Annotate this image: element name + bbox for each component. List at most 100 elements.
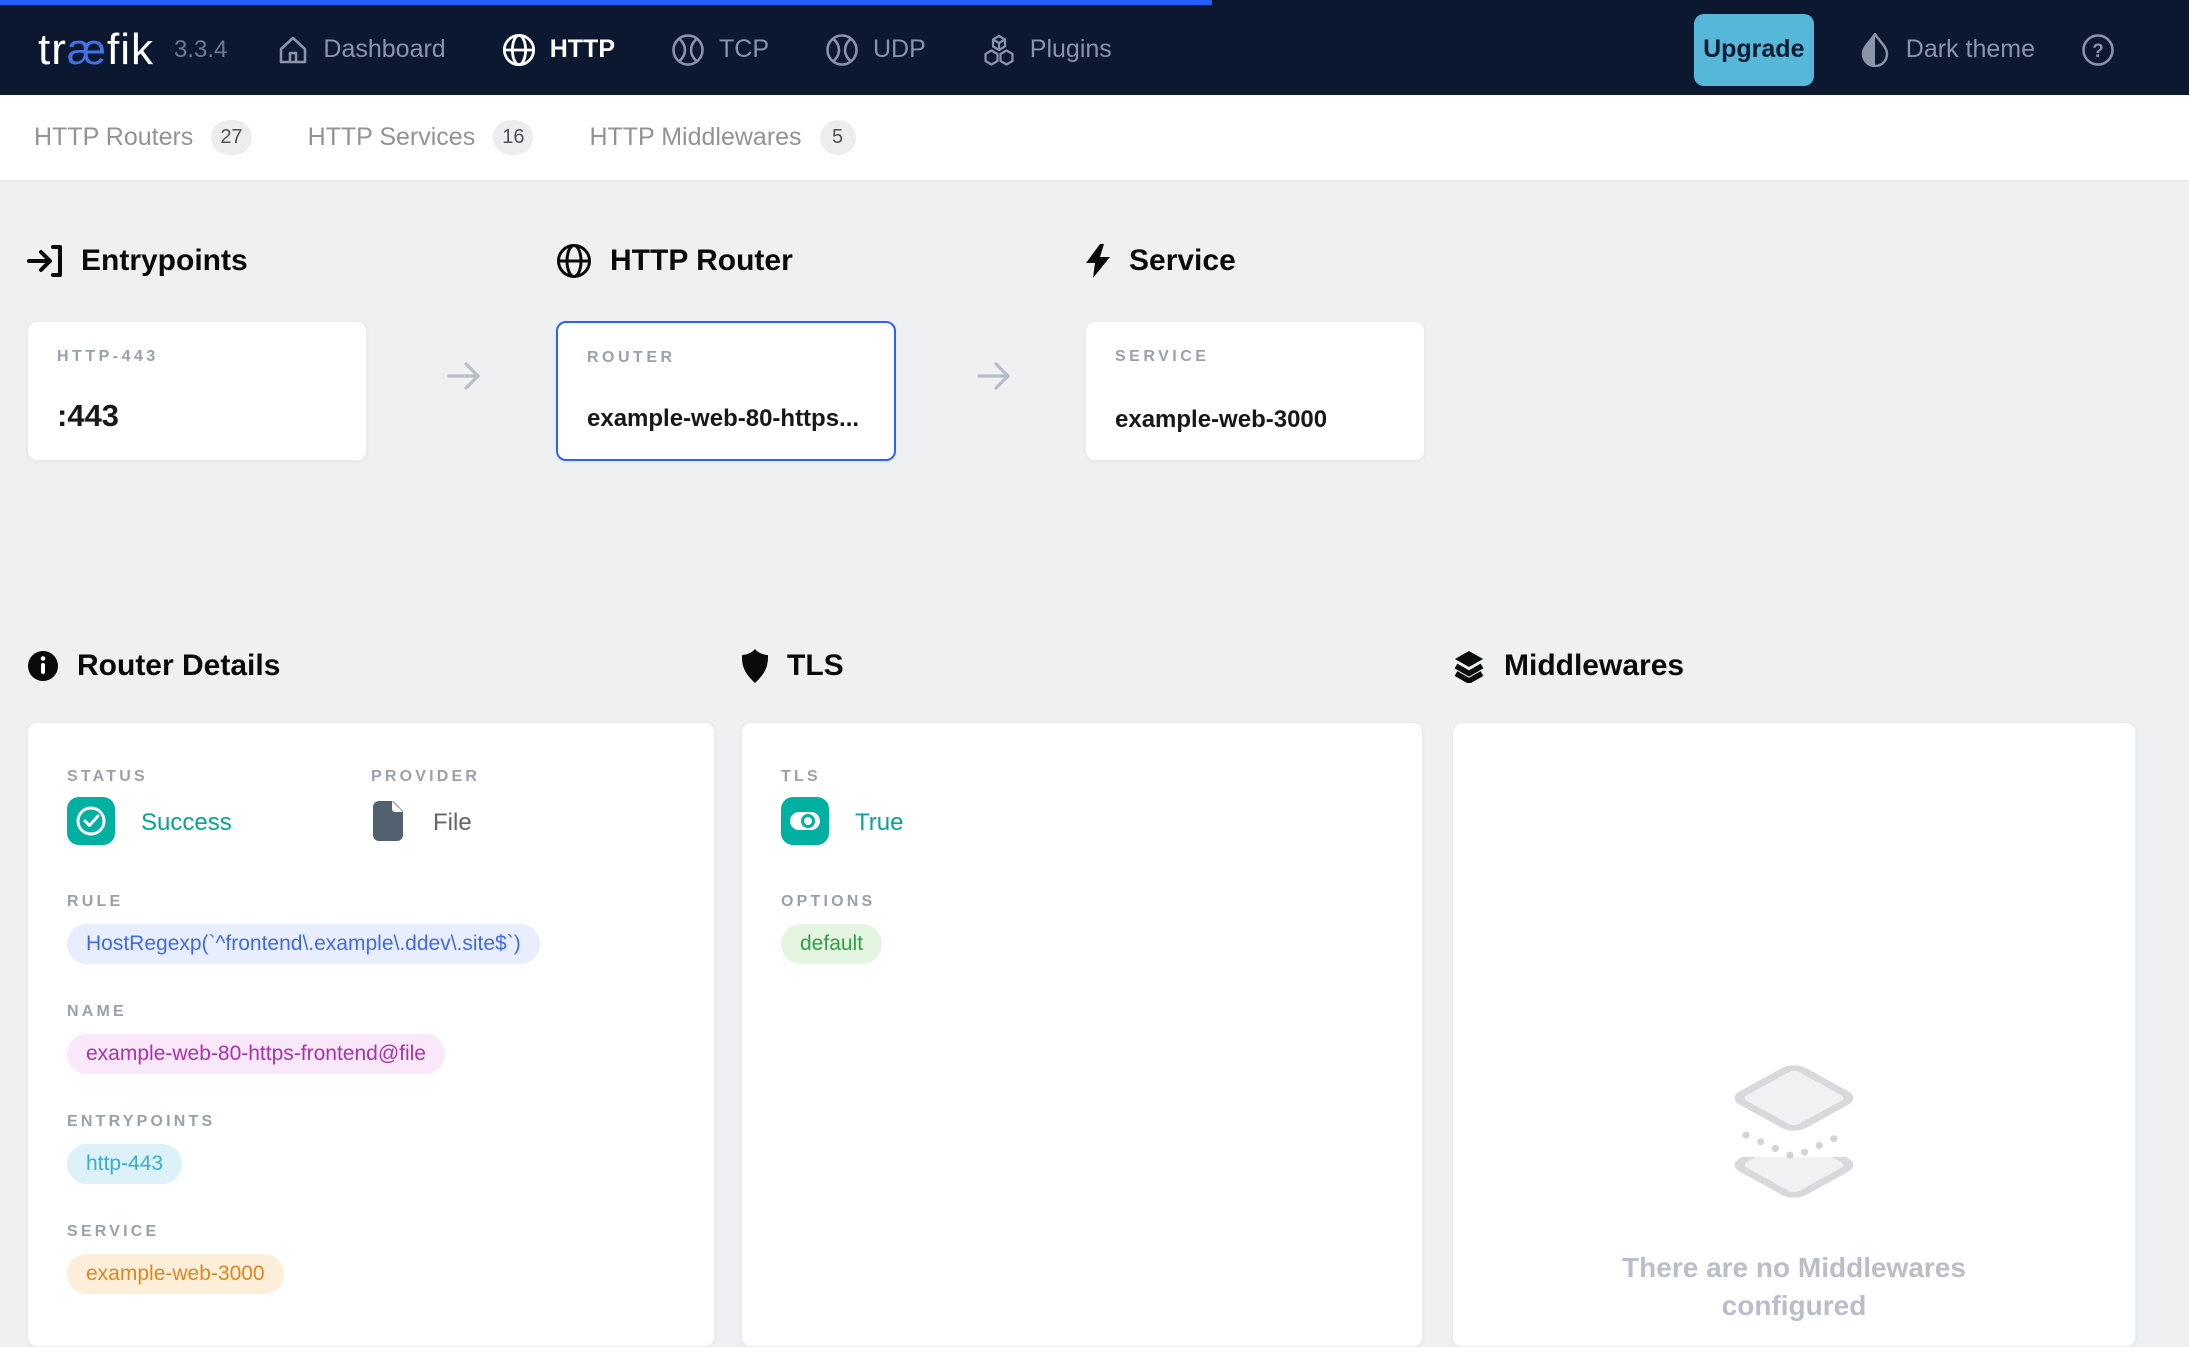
logo-text: tr [38, 25, 67, 74]
tcp-icon [671, 33, 705, 67]
tab-http-services-count: 16 [493, 120, 533, 155]
router-card-value: example-web-80-https... [587, 405, 865, 433]
options-label: OPTIONS [781, 893, 1383, 911]
topbar-right: Upgrade Dark theme ? [1694, 14, 2115, 86]
status-field: STATUS Success [67, 768, 371, 847]
entrypoints-value-pill: http-443 [67, 1144, 182, 1184]
flow-arrow-icon-2 [974, 356, 1014, 401]
entrypoint-card-value: :443 [57, 398, 337, 434]
bolt-icon [1085, 244, 1111, 278]
middlewares-card: There are no Middlewares configured [1452, 722, 2136, 1347]
router-details-title: Router Details [77, 649, 280, 683]
nav-udp[interactable]: UDP [825, 33, 926, 67]
tab-http-middlewares-count: 5 [820, 120, 856, 155]
tls-value: True [855, 809, 903, 837]
service-field-label: SERVICE [67, 1223, 675, 1241]
logo-ae: æ [67, 25, 107, 74]
tab-http-services[interactable]: HTTP Services 16 [308, 120, 534, 155]
router-details-panel: Router Details STATUS Success PROVIDER [27, 648, 715, 1347]
plugins-icon [982, 33, 1016, 67]
provider-label: PROVIDER [371, 768, 675, 786]
router-card-label: ROUTER [587, 349, 865, 367]
empty-layers-illustration [1724, 1195, 1864, 1212]
help-button[interactable]: ? [2081, 33, 2115, 67]
tls-card: TLS True OPTIONS default [741, 722, 1423, 1347]
tab-http-services-label: HTTP Services [308, 123, 476, 152]
provider-field: PROVIDER File [371, 768, 675, 847]
tls-panel: TLS TLS True OPTIONS default [741, 648, 1423, 1347]
question-icon: ? [2081, 33, 2115, 67]
service-card[interactable]: SERVICE example-web-3000 [1085, 321, 1425, 461]
entrypoints-field: ENTRYPOINTS http-443 [67, 1113, 675, 1184]
name-field: NAME example-web-80-https-frontend@file [67, 1003, 675, 1074]
nav-tcp-label: TCP [719, 35, 769, 64]
dark-theme-label: Dark theme [1906, 35, 2035, 64]
info-icon [27, 650, 59, 682]
status-success-icon [67, 797, 115, 850]
nav-dashboard-label: Dashboard [323, 35, 445, 64]
tls-title: TLS [787, 649, 844, 683]
middlewares-empty-state: There are no Middlewares configured [1453, 1053, 2135, 1325]
nav-udp-label: UDP [873, 35, 926, 64]
router-details-card: STATUS Success PROVIDER File [27, 722, 715, 1347]
home-icon [277, 34, 309, 66]
http-router-section: HTTP Router ROUTER example-web-80-https.… [556, 243, 896, 461]
middlewares-empty-text: There are no Middlewares configured [1609, 1249, 1979, 1325]
nav-dashboard[interactable]: Dashboard [277, 34, 445, 66]
tab-http-middlewares-label: HTTP Middlewares [589, 123, 801, 152]
http-router-header: HTTP Router [556, 243, 896, 279]
tab-http-routers[interactable]: HTTP Routers 27 [34, 120, 252, 155]
service-section: Service SERVICE example-web-3000 [1085, 243, 1425, 461]
rule-field: RULE HostRegexp(`^frontend\.example\.dde… [67, 893, 675, 964]
flow-arrow-icon [444, 356, 484, 401]
globe-icon [502, 33, 536, 67]
service-value-pill: example-web-3000 [67, 1254, 284, 1294]
nav-http-label: HTTP [550, 35, 615, 64]
provider-value: File [433, 809, 472, 837]
options-value-pill: default [781, 924, 882, 964]
shield-icon [741, 649, 769, 683]
middlewares-header: Middlewares [1452, 648, 2136, 684]
router-card[interactable]: ROUTER example-web-80-https... [556, 321, 896, 461]
service-card-label: SERVICE [1115, 348, 1395, 366]
http-subnav: HTTP Routers 27 HTTP Services 16 HTTP Mi… [0, 95, 2189, 181]
entrypoints-section: Entrypoints HTTP-443 :443 [27, 243, 367, 461]
contrast-droplet-icon [1860, 33, 1890, 67]
entrypoints-header: Entrypoints [27, 243, 367, 279]
loading-progress-bar [0, 0, 1212, 5]
status-label: STATUS [67, 768, 371, 786]
nav-http[interactable]: HTTP [502, 33, 615, 67]
layers-icon [1452, 649, 1486, 683]
login-icon [27, 244, 63, 278]
middlewares-panel: Middlewares There are no Middle [1452, 648, 2136, 1347]
dark-theme-toggle[interactable]: Dark theme [1860, 33, 2035, 67]
options-field: OPTIONS default [781, 893, 1383, 964]
tls-field: TLS True [781, 768, 1082, 847]
tab-http-routers-count: 27 [211, 120, 251, 155]
top-navbar: træfik 3.3.4 Dashboard HTTP TCP UDP [0, 0, 2189, 95]
entrypoint-card-label: HTTP-443 [57, 348, 337, 366]
file-icon [371, 800, 407, 847]
entrypoints-title: Entrypoints [81, 244, 248, 278]
http-router-title: HTTP Router [610, 244, 793, 278]
tls-enabled-icon [781, 797, 829, 850]
udp-icon [825, 33, 859, 67]
middlewares-title: Middlewares [1504, 649, 1684, 683]
service-card-value: example-web-3000 [1115, 406, 1395, 434]
nav-plugins[interactable]: Plugins [982, 33, 1112, 67]
nav-tcp[interactable]: TCP [671, 33, 769, 67]
main-nav: Dashboard HTTP TCP UDP Plugins [277, 33, 1111, 67]
logo-text-2: fik [107, 25, 154, 74]
service-header: Service [1085, 243, 1425, 279]
upgrade-button[interactable]: Upgrade [1694, 14, 1814, 86]
tab-http-middlewares[interactable]: HTTP Middlewares 5 [589, 120, 855, 155]
service-title: Service [1129, 244, 1236, 278]
rule-value-pill: HostRegexp(`^frontend\.example\.ddev\.si… [67, 924, 540, 964]
rule-label: RULE [67, 893, 675, 911]
traefik-logo[interactable]: træfik [38, 25, 154, 75]
name-label: NAME [67, 1003, 675, 1021]
status-value: Success [141, 809, 232, 837]
entrypoint-card[interactable]: HTTP-443 :443 [27, 321, 367, 461]
nav-plugins-label: Plugins [1030, 35, 1112, 64]
entrypoints-label: ENTRYPOINTS [67, 1113, 675, 1131]
